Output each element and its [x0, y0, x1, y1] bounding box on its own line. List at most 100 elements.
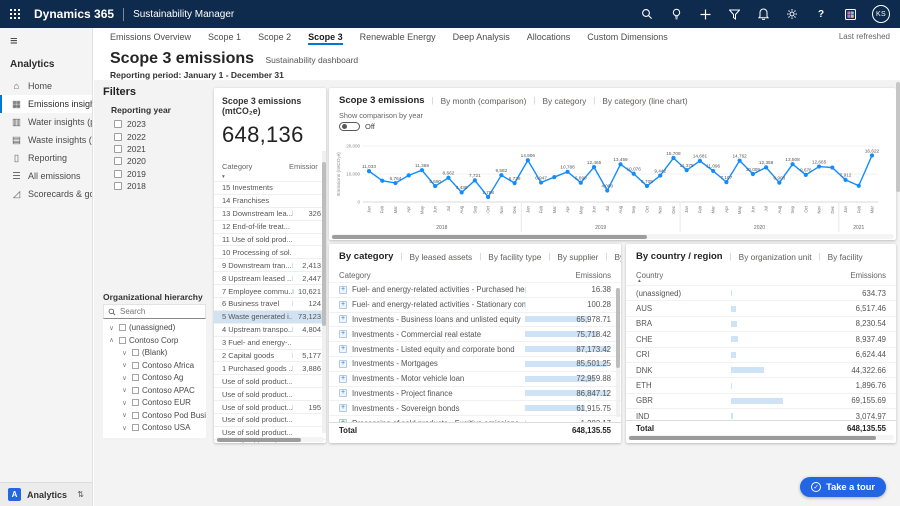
sidebar-item-home[interactable]: ⌂Home: [0, 77, 92, 95]
vis-tab-by-facility-type[interactable]: By facility type: [488, 252, 541, 262]
notifications-icon[interactable]: [756, 7, 770, 21]
tree-item-contoso-africa[interactable]: ∨Contoso Africa: [103, 359, 206, 372]
take-a-tour-button[interactable]: ✓ Take a tour: [800, 477, 886, 497]
vis-tab-by-month-comparison[interactable]: By month (comparison): [441, 96, 527, 106]
sidebar-item-emissions-insights[interactable]: ▦Emissions insights: [0, 95, 92, 113]
table-row[interactable]: +Investments - Motor vehicle loan72,959.…: [329, 372, 621, 387]
by-country-horizontal-scrollbar[interactable]: [628, 435, 894, 440]
chevron-up-icon[interactable]: ∧: [107, 336, 116, 344]
checkbox[interactable]: [114, 182, 122, 190]
vis-tab-by-category[interactable]: By category: [339, 251, 393, 262]
vis-tab-by-leased-assets[interactable]: By leased assets: [409, 252, 472, 262]
app-name[interactable]: Sustainability Manager: [133, 9, 234, 20]
chevron-down-icon[interactable]: ∨: [120, 411, 129, 419]
table-row[interactable]: 14 Franchises: [214, 194, 326, 207]
chart-horizontal-scrollbar[interactable]: [331, 234, 894, 239]
emissions-line-chart[interactable]: 010,00020,000Emissions (mtCO₂e)JanFebMar…: [329, 131, 896, 240]
year-filter-2019[interactable]: 2019: [103, 168, 206, 180]
comparison-toggle[interactable]: [339, 122, 360, 131]
checkbox[interactable]: [132, 399, 139, 406]
hamburger-menu-icon[interactable]: ≡: [0, 28, 92, 50]
expand-plus-icon[interactable]: +: [339, 301, 347, 309]
chevron-down-icon[interactable]: ∨: [120, 374, 129, 382]
table-row[interactable]: 1 Purchased goods ...3,886: [214, 361, 326, 374]
sidebar-item-waste-insights-previ[interactable]: ▤Waste insights (previ...: [0, 131, 92, 149]
scope3-col-emissions[interactable]: Emissions: [289, 162, 318, 180]
year-filter-2018[interactable]: 2018: [103, 180, 206, 192]
table-row[interactable]: CRI6,624.44: [626, 348, 896, 363]
table-row[interactable]: 13 Downstream lea...326: [214, 207, 326, 220]
app-launcher-icon[interactable]: [0, 0, 30, 28]
area-switcher[interactable]: A Analytics ⇅: [0, 482, 92, 506]
emissions-col-header[interactable]: Emissions: [850, 271, 886, 283]
table-row[interactable]: +Fuel- and energy-related activities - P…: [329, 283, 621, 298]
tree-item-blank[interactable]: ∨(Blank): [103, 346, 206, 359]
tree-item-contoso-eur[interactable]: ∨Contoso EUR: [103, 396, 206, 409]
checkbox[interactable]: [114, 120, 122, 128]
help-icon[interactable]: ?: [814, 7, 828, 21]
checkbox[interactable]: [114, 145, 122, 153]
expand-plus-icon[interactable]: +: [339, 360, 347, 368]
table-row[interactable]: BRA8,230.54: [626, 317, 896, 332]
checkbox[interactable]: [132, 374, 139, 381]
sidebar-item-scorecards-goals[interactable]: ◿Scorecards & goals: [0, 185, 92, 203]
checkbox[interactable]: [132, 362, 139, 369]
table-row[interactable]: (unassigned)634.73: [626, 286, 896, 301]
expand-plus-icon[interactable]: +: [339, 315, 347, 323]
expand-plus-icon[interactable]: +: [339, 404, 347, 412]
table-row[interactable]: +Investments - Mortgages85,501.25: [329, 357, 621, 372]
sidebar-item-water-insights-previ[interactable]: ▥Water insights (previ...: [0, 113, 92, 131]
search-icon[interactable]: [640, 7, 654, 21]
table-row[interactable]: 2 Capital goods5,177: [214, 349, 326, 362]
table-row[interactable]: 7 Employee commu...10,621: [214, 284, 326, 297]
table-row[interactable]: 15 Investments: [214, 181, 326, 194]
table-row[interactable]: 12 End-of-life treat...: [214, 220, 326, 233]
scope3-vertical-scrollbar[interactable]: [322, 151, 326, 433]
settings-gear-icon[interactable]: [785, 7, 799, 21]
emissions-col-header[interactable]: Emissions: [575, 271, 611, 280]
vis-tab-by-category-line-chart[interactable]: By category (line chart): [602, 96, 687, 106]
table-row[interactable]: 5 Waste generated i...73,123: [214, 310, 326, 323]
vis-tab-scope-3-emissions[interactable]: Scope 3 emissions: [339, 95, 425, 106]
tab-custom-dimensions[interactable]: Custom Dimensions: [587, 30, 668, 45]
table-row[interactable]: +Investments - Business loans and unlist…: [329, 313, 621, 328]
expand-plus-icon[interactable]: +: [339, 330, 347, 338]
table-row[interactable]: +Fuel- and energy-related activities - S…: [329, 298, 621, 313]
tree-item-contoso-ag[interactable]: ∨Contoso Ag: [103, 371, 206, 384]
table-row[interactable]: 3 Fuel- and energy-...: [214, 336, 326, 349]
checkbox[interactable]: [132, 349, 139, 356]
checkbox[interactable]: [132, 412, 139, 419]
table-row[interactable]: 9 Downstream tran...2,413: [214, 258, 326, 271]
chevron-down-icon[interactable]: ∨: [120, 386, 129, 394]
checkbox[interactable]: [114, 157, 122, 165]
tree-item-contoso-apac[interactable]: ∨Contoso APAC: [103, 384, 206, 397]
category-col-header[interactable]: Category: [339, 271, 371, 280]
table-row[interactable]: AUS6,517.46: [626, 301, 896, 316]
table-row[interactable]: CHE8,937.49: [626, 332, 896, 347]
tab-scope-2[interactable]: Scope 2: [258, 30, 291, 45]
year-filter-2023[interactable]: 2023: [103, 118, 206, 130]
table-row[interactable]: DNK44,322.66: [626, 363, 896, 378]
vis-tab-by-organization-unit[interactable]: By organization unit: [739, 252, 812, 262]
table-row[interactable]: Use of sold product...: [214, 374, 326, 387]
checkbox[interactable]: [132, 387, 139, 394]
filter-icon[interactable]: [727, 7, 741, 21]
tab-scope-1[interactable]: Scope 1: [208, 30, 241, 45]
sidebar-item-all-emissions[interactable]: ☰All emissions: [0, 167, 92, 185]
tab-deep-analysis[interactable]: Deep Analysis: [453, 30, 510, 45]
table-row[interactable]: +Investments - Commercial real estate75,…: [329, 327, 621, 342]
checkbox[interactable]: [114, 133, 122, 141]
table-row[interactable]: Use of sold product...: [214, 387, 326, 400]
lightbulb-icon[interactable]: [669, 7, 683, 21]
sidebar-item-reporting[interactable]: ▯Reporting: [0, 149, 92, 167]
tree-item-contoso-pod-business[interactable]: ∨Contoso Pod Business: [103, 409, 206, 422]
table-row[interactable]: 8 Upstream leased ...2,447: [214, 271, 326, 284]
table-row[interactable]: +Investments - Listed equity and corpora…: [329, 342, 621, 357]
table-row[interactable]: +Investments - Project finance86,847.12: [329, 387, 621, 402]
vis-tab-by-category[interactable]: By category: [542, 96, 586, 106]
tab-scope-3[interactable]: Scope 3: [308, 30, 343, 45]
table-row[interactable]: 11 Use of sold prod...: [214, 233, 326, 246]
table-row[interactable]: 6 Business travel124: [214, 297, 326, 310]
checkbox[interactable]: [114, 170, 122, 178]
brand-title[interactable]: Dynamics 365: [34, 7, 114, 21]
